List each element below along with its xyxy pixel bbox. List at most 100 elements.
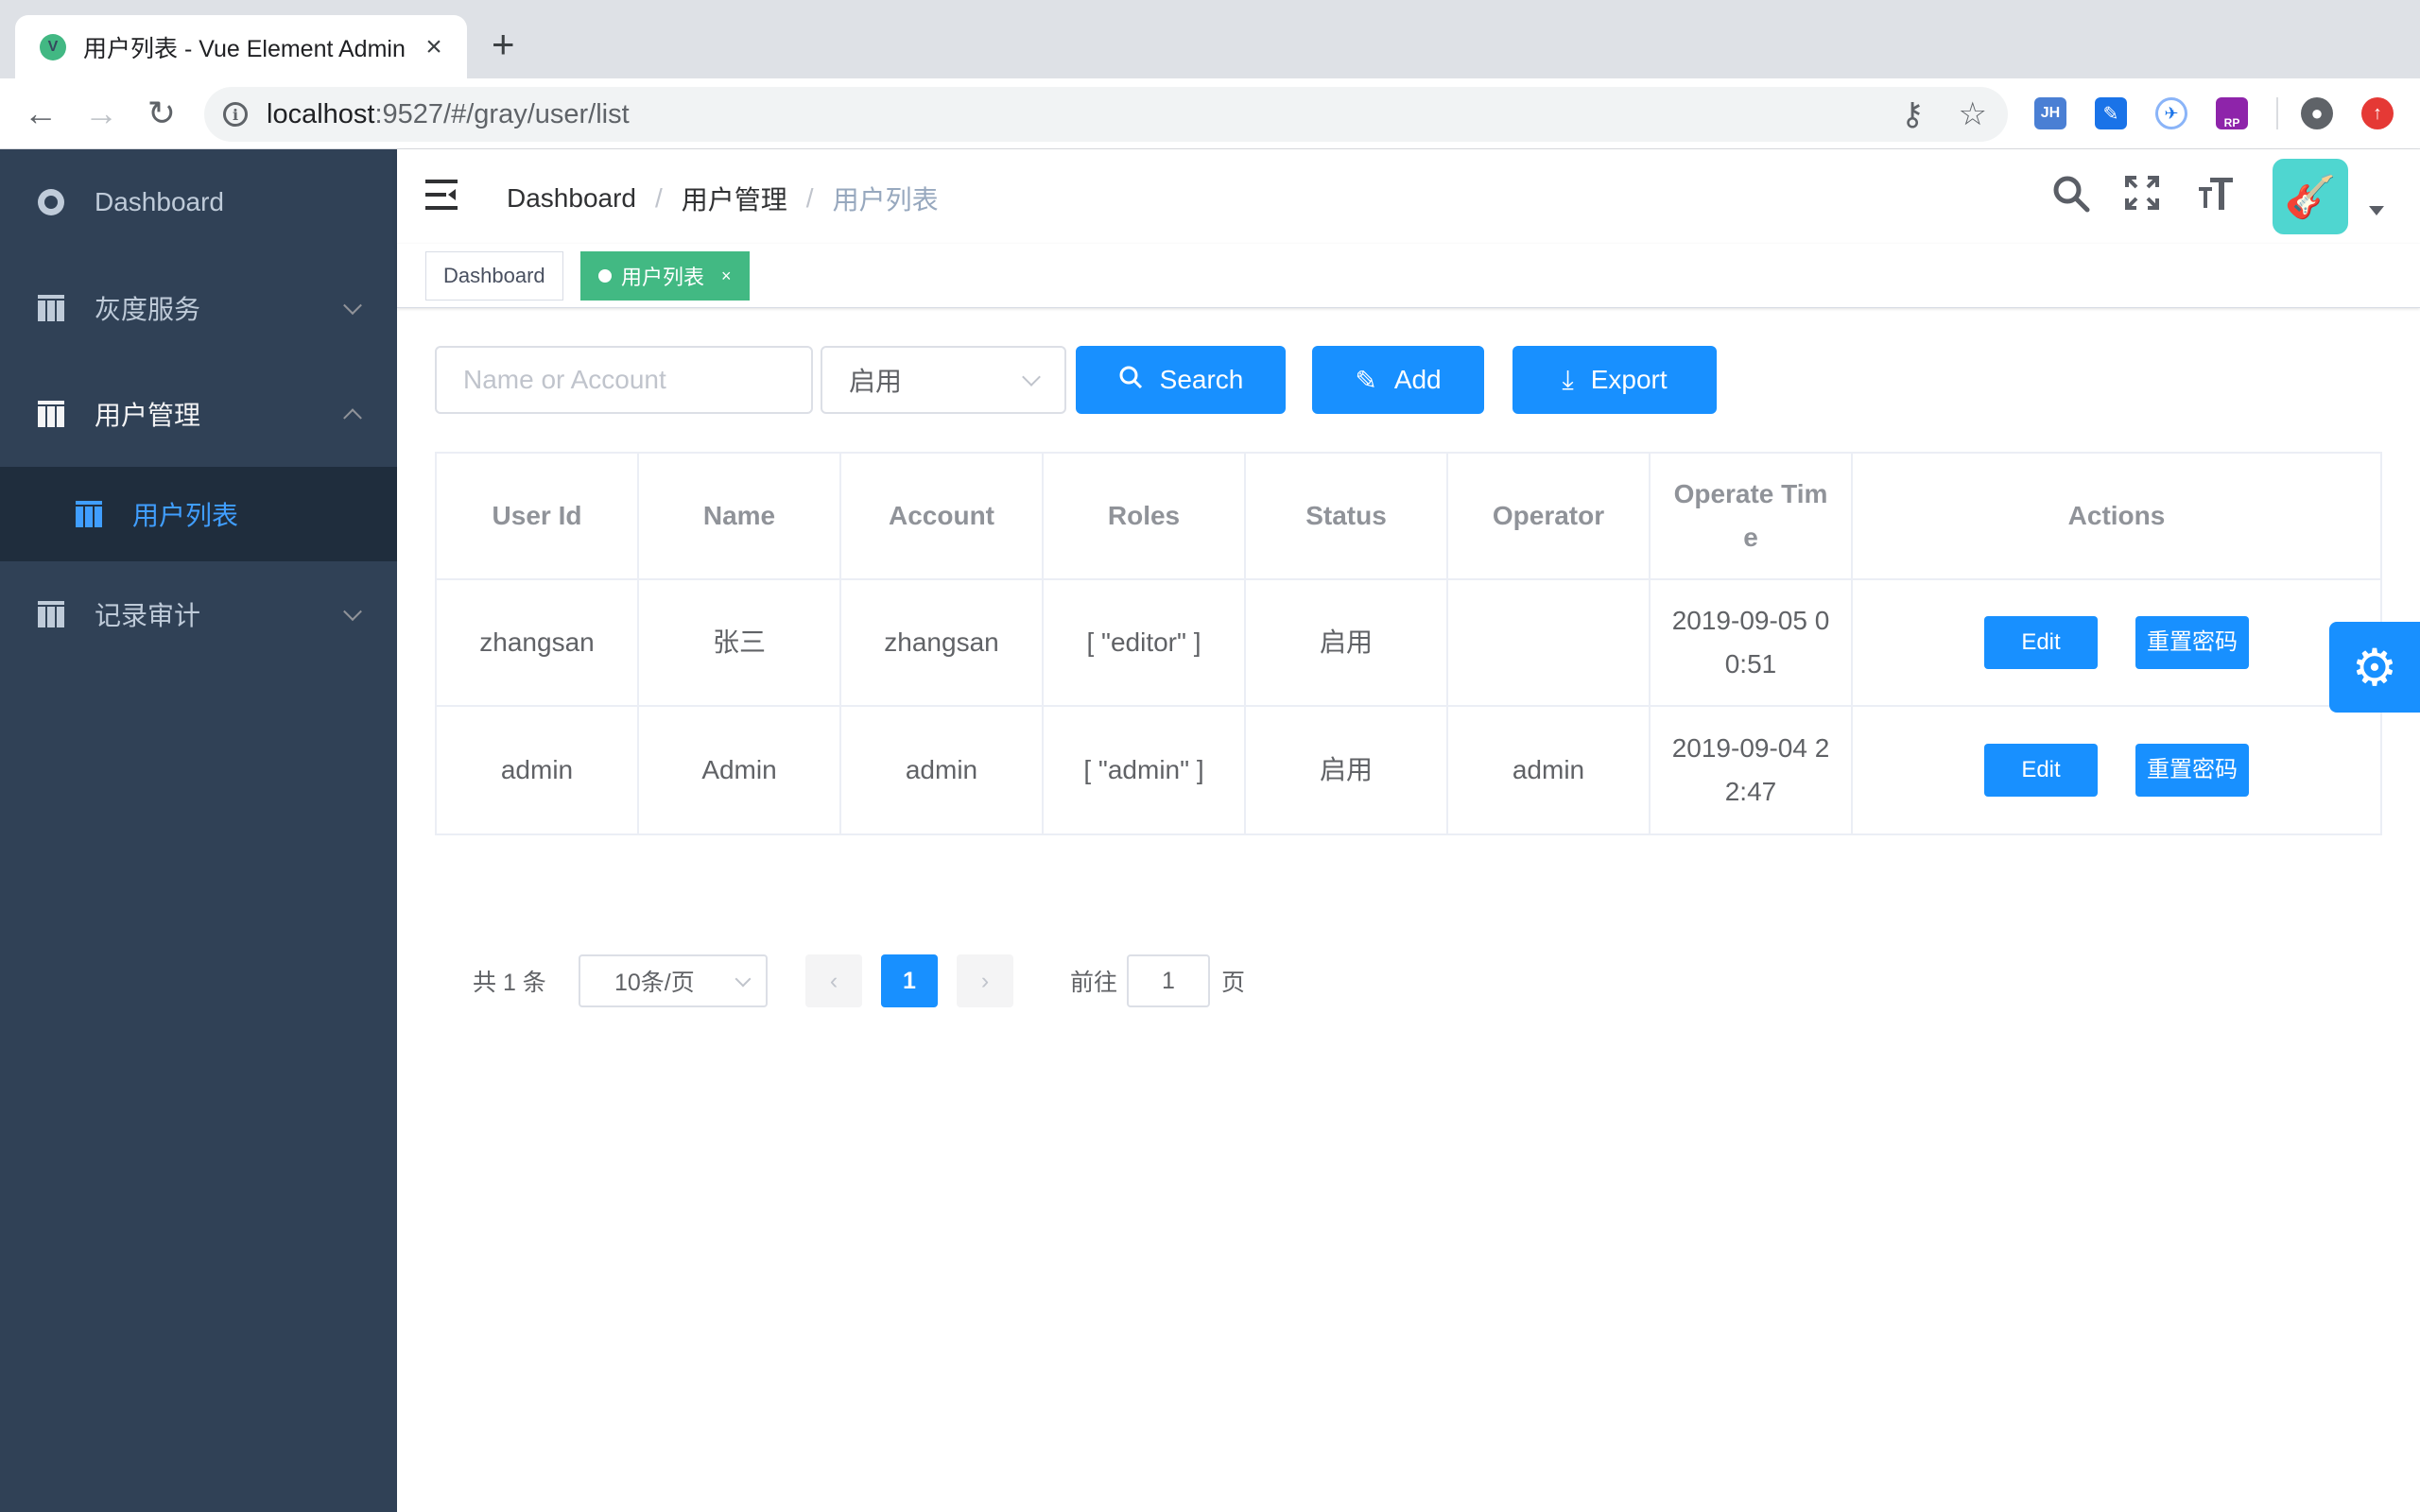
search-input[interactable]: Name or Account — [435, 346, 813, 414]
cell-operator: admin — [1448, 707, 1651, 833]
grid-icon — [38, 295, 64, 321]
url-host: localhost — [267, 98, 375, 129]
profile-icon[interactable]: ● — [2301, 97, 2333, 129]
download-icon: ⤓ — [1562, 364, 1574, 394]
back-arrow-icon[interactable]: ← — [19, 92, 62, 135]
rp-extension-icon[interactable]: RP — [2216, 97, 2248, 129]
reset-password-button[interactable]: 重置密码 — [2135, 744, 2249, 797]
hamburger-menu-icon[interactable] — [425, 180, 458, 210]
fullscreen-icon[interactable] — [2123, 174, 2161, 219]
dashboard-gauge-icon — [38, 189, 64, 215]
column-header: Actions — [2067, 501, 2166, 530]
cell-account: admin — [841, 707, 1044, 833]
breadcrumb-separator: / — [805, 183, 814, 213]
search-button-label: Search — [1159, 365, 1244, 394]
sidebar-item-label: 灰度服务 — [95, 295, 201, 324]
page-number-current[interactable]: 1 — [881, 954, 938, 1007]
search-icon — [1118, 365, 1143, 396]
new-tab-icon[interactable]: + — [492, 25, 515, 64]
top-navbar: Dashboard / 用户管理 / 用户列表 🎸 — [397, 149, 2420, 244]
chevron-down-icon — [343, 602, 362, 622]
bird-extension-icon[interactable]: ✈ — [2155, 97, 2187, 129]
star-bookmark-icon[interactable]: ☆ — [1959, 96, 1987, 132]
tag-label: 用户列表 — [621, 266, 705, 289]
url-path: :9527/#/gray/user/list — [374, 98, 630, 129]
add-button-label: Add — [1393, 365, 1442, 394]
browser-tabstrip: V 用户列表 - Vue Element Admin × + — [0, 0, 2420, 78]
browser-toolbar: ← → ↻ i localhost:9527/#/gray/user/list … — [0, 78, 2420, 149]
column-header: User Id — [437, 454, 639, 578]
tab-title: 用户列表 - Vue Element Admin — [83, 35, 406, 62]
sidebar-item-dashboard[interactable]: Dashboard — [0, 149, 397, 255]
sidebar-item-label: 用户管理 — [95, 401, 201, 430]
cell-operate-time: 2019-09-05 0 0:51 — [1651, 580, 1853, 705]
update-arrow-icon[interactable]: ↑ — [2361, 97, 2394, 129]
page-size-select[interactable]: 10条/页 — [579, 954, 768, 1007]
sidebar-item-label: 用户列表 — [132, 501, 239, 530]
breadcrumb-user-management[interactable]: 用户管理 — [682, 180, 787, 217]
sidebar-item-label: 记录审计 — [95, 601, 201, 630]
status-select[interactable]: 启用 — [821, 346, 1066, 414]
cell-operate-time: 2019-09-04 2 2:47 — [1651, 707, 1853, 833]
grid-icon — [76, 501, 102, 527]
pencil-extension-icon[interactable]: ✎ — [2095, 97, 2127, 129]
cell-operator — [1448, 580, 1651, 705]
add-button[interactable]: ✎ Add — [1312, 346, 1484, 414]
reset-password-button[interactable]: 重置密码 — [2135, 616, 2249, 669]
search-icon[interactable] — [2051, 174, 2091, 221]
caret-down-icon[interactable] — [2369, 206, 2384, 215]
pagination-total: 共 1 条 — [473, 970, 546, 996]
sidebar-item-label: Dashboard — [95, 187, 224, 216]
settings-gear-button[interactable]: ⚙ — [2329, 622, 2420, 713]
next-page-button[interactable]: › — [957, 954, 1013, 1007]
cell-status: 启用 — [1246, 707, 1448, 833]
guitar-avatar-icon: 🎸 — [2284, 174, 2337, 220]
column-header: Status — [1246, 454, 1448, 578]
column-header: Account — [841, 454, 1044, 578]
tag-label: Dashboard — [443, 264, 545, 287]
vue-favicon-icon: V — [40, 33, 66, 60]
forward-arrow-icon[interactable]: → — [79, 92, 123, 135]
toolbar-separator — [2276, 97, 2278, 129]
chevron-down-icon — [735, 971, 752, 988]
breadcrumb: Dashboard / 用户管理 / 用户列表 — [507, 180, 939, 217]
site-info-icon[interactable]: i — [223, 102, 248, 127]
tags-view: Dashboard 用户列表 × — [397, 244, 2420, 308]
cell-roles: [ "editor" ] — [1044, 580, 1246, 705]
breadcrumb-dashboard[interactable]: Dashboard — [507, 183, 636, 214]
edit-button[interactable]: Edit — [1984, 616, 2098, 669]
edit-pencil-icon: ✎ — [1355, 365, 1377, 395]
gear-icon: ⚙ — [2351, 639, 2398, 696]
grid-icon — [38, 401, 64, 427]
sidebar-item-audit-log[interactable]: 记录审计 — [0, 561, 397, 667]
table-row: admin Admin admin [ "admin" ] 启用 admin 2… — [437, 707, 2380, 833]
tag-user-list[interactable]: 用户列表 × — [580, 251, 750, 301]
tab-close-icon[interactable]: × — [420, 31, 448, 63]
active-dot-icon — [598, 269, 612, 283]
export-button[interactable]: ⤓ Export — [1512, 346, 1717, 414]
cell-actions: Edit 重置密码 — [1853, 580, 2380, 705]
cell-account: zhangsan — [841, 580, 1044, 705]
address-bar[interactable]: i localhost:9527/#/gray/user/list ⚷ ☆ — [204, 87, 2008, 142]
search-button[interactable]: Search — [1076, 346, 1286, 414]
browser-tab[interactable]: V 用户列表 - Vue Element Admin × — [15, 15, 467, 78]
jh-extension-icon[interactable]: JH — [2034, 97, 2066, 129]
font-size-icon[interactable] — [2197, 174, 2235, 219]
tag-dashboard[interactable]: Dashboard — [425, 251, 563, 301]
chevron-down-icon — [343, 296, 362, 316]
cell-user-id: admin — [437, 707, 639, 833]
avatar[interactable]: 🎸 — [2273, 159, 2348, 234]
table-header-row: User Id Name Account Roles Status Operat… — [437, 454, 2380, 580]
edit-button[interactable]: Edit — [1984, 744, 2098, 797]
key-icon[interactable]: ⚷ — [1901, 96, 1925, 132]
chevron-down-icon — [1022, 368, 1041, 387]
prev-page-button[interactable]: ‹ — [805, 954, 862, 1007]
goto-page-input[interactable]: 1 — [1127, 954, 1210, 1007]
close-icon[interactable]: × — [721, 266, 732, 286]
sidebar-item-gray-service[interactable]: 灰度服务 — [0, 255, 397, 361]
sidebar-item-user-list[interactable]: 用户列表 — [0, 467, 397, 561]
column-header: Roles — [1044, 454, 1246, 578]
table-row: zhangsan 张三 zhangsan [ "editor" ] 启用 201… — [437, 580, 2380, 707]
sidebar-item-user-management[interactable]: 用户管理 — [0, 361, 397, 467]
reload-icon[interactable]: ↻ — [140, 92, 183, 135]
